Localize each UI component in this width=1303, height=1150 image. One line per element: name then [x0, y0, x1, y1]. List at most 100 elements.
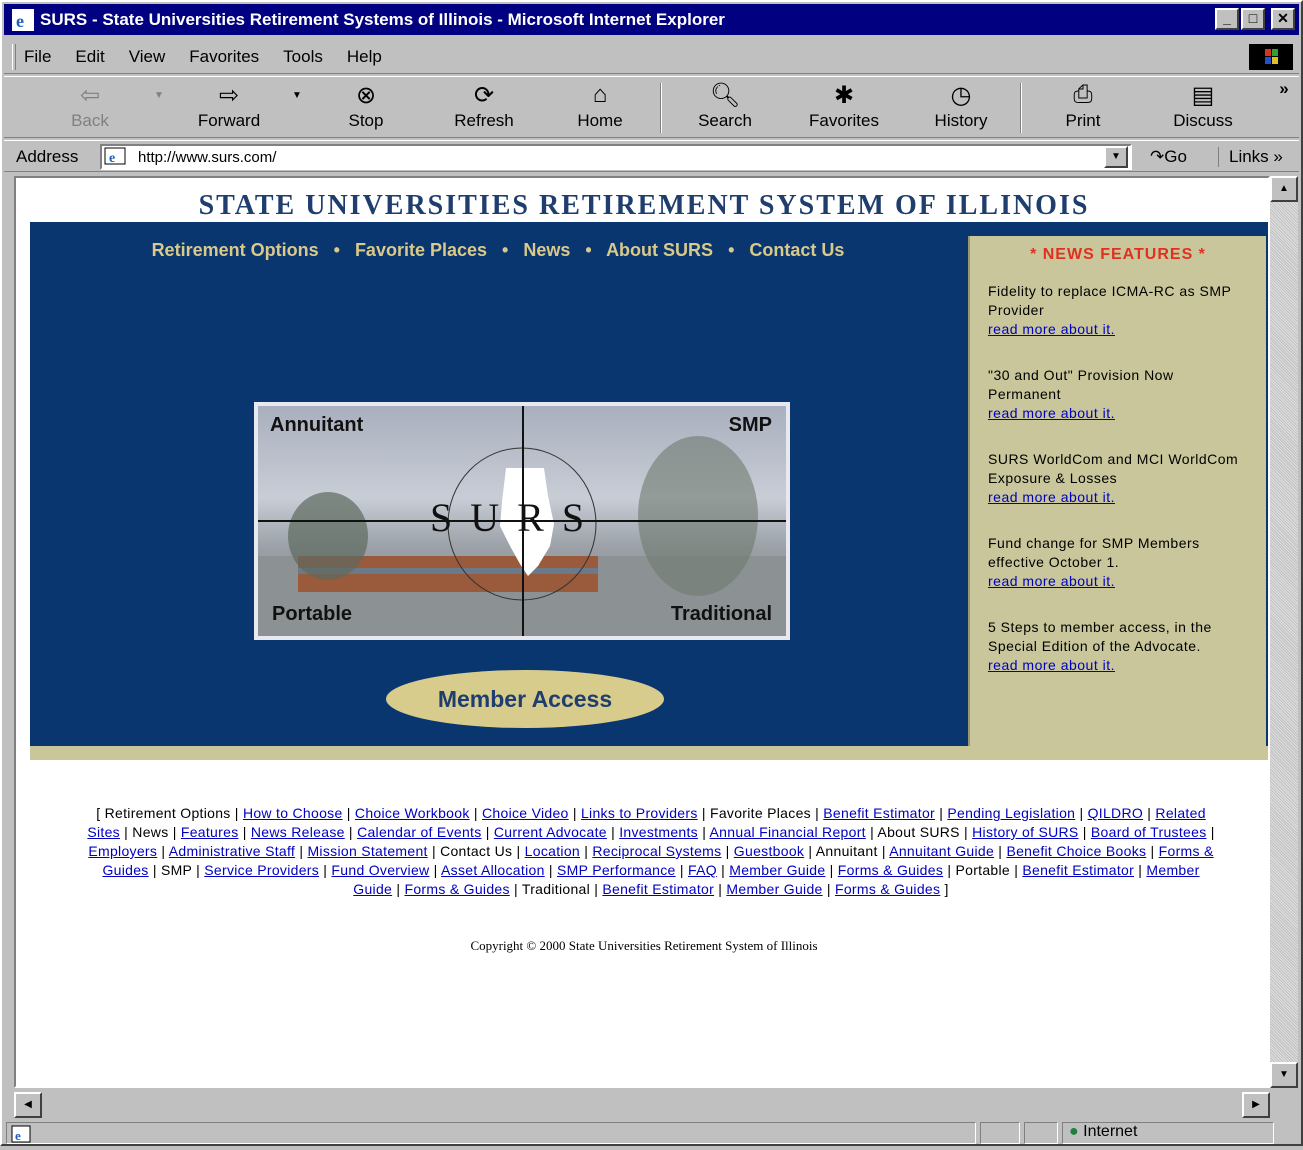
- nav-news[interactable]: News: [523, 240, 570, 260]
- footer-link[interactable]: Mission Statement: [307, 843, 427, 859]
- footer-pipe: |: [485, 824, 490, 840]
- favorites-button[interactable]: ✱ Favorites: [804, 79, 884, 137]
- links-button[interactable]: Links »: [1218, 147, 1283, 167]
- footer-link[interactable]: Investments: [619, 824, 698, 840]
- footer-link[interactable]: Benefit Choice Books: [1006, 843, 1146, 859]
- status-bar: e ● Internet: [4, 1120, 1299, 1146]
- forward-button[interactable]: ⇨ Forward: [194, 79, 264, 137]
- footer-link[interactable]: Benefit Estimator: [823, 805, 935, 821]
- news-read-more-link[interactable]: read more about it.: [988, 572, 1248, 591]
- go-button[interactable]: ↷Go: [1150, 147, 1187, 167]
- hero-annuitant-link[interactable]: Annuitant: [270, 414, 363, 437]
- footer-link[interactable]: Asset Allocation: [441, 862, 545, 878]
- footer-pipe: |: [829, 862, 834, 878]
- footer-link[interactable]: Links to Providers: [581, 805, 698, 821]
- news-read-more-link[interactable]: read more about it.: [988, 656, 1248, 675]
- footer-link[interactable]: Forms & Guides: [838, 862, 943, 878]
- menu-file[interactable]: File: [24, 47, 51, 67]
- scroll-left-button[interactable]: ◀: [14, 1092, 42, 1118]
- close-button[interactable]: ✕: [1271, 8, 1295, 30]
- menu-favorites[interactable]: Favorites: [189, 47, 259, 67]
- footer-link[interactable]: Employers: [88, 843, 157, 859]
- discuss-button[interactable]: ▤ Discuss: [1168, 79, 1238, 137]
- footer-link[interactable]: Fund Overview: [331, 862, 429, 878]
- footer-pipe: |: [323, 862, 328, 878]
- footer-pipe: |: [611, 824, 615, 840]
- footer-link[interactable]: Calendar of Events: [357, 824, 481, 840]
- footer-label: | Traditional |: [514, 881, 599, 897]
- footer-link[interactable]: Features: [181, 824, 239, 840]
- footer-link[interactable]: FAQ: [688, 862, 717, 878]
- footer-link[interactable]: Current Advocate: [494, 824, 607, 840]
- footer-pipe: |: [299, 843, 304, 859]
- footer-link[interactable]: Pending Legislation: [947, 805, 1075, 821]
- footer-link[interactable]: SMP Performance: [557, 862, 676, 878]
- scroll-down-button[interactable]: ▼: [1270, 1062, 1298, 1088]
- menu-view[interactable]: View: [129, 47, 166, 67]
- footer-link[interactable]: Guestbook: [734, 843, 804, 859]
- nav-separator: •: [502, 240, 509, 260]
- footer-link[interactable]: QILDRO: [1088, 805, 1143, 821]
- footer-link[interactable]: Location: [525, 843, 580, 859]
- minimize-button[interactable]: _: [1215, 8, 1239, 30]
- back-dropdown[interactable]: ▼: [150, 79, 168, 137]
- member-access-button[interactable]: Member Access: [386, 670, 664, 728]
- stop-button[interactable]: ⊗ Stop: [338, 79, 394, 137]
- footer-link[interactable]: Board of Trustees: [1091, 824, 1207, 840]
- nav-retirement-options[interactable]: Retirement Options: [152, 240, 319, 260]
- hero-smp-link[interactable]: SMP: [729, 414, 772, 437]
- footer-link[interactable]: Forms & Guides: [835, 881, 940, 897]
- footer-link[interactable]: History of SURS: [972, 824, 1078, 840]
- address-input[interactable]: http://www.surs.com/: [100, 144, 1132, 170]
- footer-link[interactable]: News Release: [251, 824, 345, 840]
- hero-portable-link[interactable]: Portable: [272, 603, 352, 626]
- home-button[interactable]: ⌂ Home: [570, 79, 630, 137]
- footer-link[interactable]: Reciprocal Systems: [592, 843, 721, 859]
- footer-pipe: |: [1138, 862, 1143, 878]
- footer-link[interactable]: Member Guide: [726, 881, 822, 897]
- forward-dropdown[interactable]: ▼: [288, 79, 306, 137]
- scroll-right-button[interactable]: ▶: [1242, 1092, 1270, 1118]
- vertical-scrollbar[interactable]: ▲ ▼: [1270, 176, 1298, 1088]
- footer-link[interactable]: Annuitant Guide: [889, 843, 994, 859]
- nav-contact-us[interactable]: Contact Us: [749, 240, 844, 260]
- footer-link[interactable]: Service Providers: [204, 862, 319, 878]
- footer-link[interactable]: How to Choose: [243, 805, 343, 821]
- nav-about-surs[interactable]: About SURS: [606, 240, 713, 260]
- history-button[interactable]: ◷ History: [928, 79, 994, 137]
- footer-link[interactable]: Member Guide: [729, 862, 825, 878]
- horizontal-scrollbar[interactable]: ◀ ▶: [14, 1092, 1270, 1118]
- footer-link[interactable]: Forms & Guides: [404, 881, 509, 897]
- menu-help[interactable]: Help: [347, 47, 382, 67]
- address-dropdown[interactable]: ▼: [1104, 146, 1128, 168]
- news-read-more-link[interactable]: read more about it.: [988, 320, 1248, 339]
- hero-traditional-link[interactable]: Traditional: [671, 603, 772, 626]
- news-read-more-link[interactable]: read more about it.: [988, 488, 1248, 507]
- windows-logo-icon: [1249, 44, 1293, 70]
- footer-link[interactable]: Choice Video: [482, 805, 569, 821]
- news-item: Fund change for SMP Members effective Oc…: [988, 534, 1248, 591]
- search-button[interactable]: 🔍︎ Search: [692, 79, 758, 137]
- footer-pipe: |: [1079, 805, 1084, 821]
- footer-pipe: |: [1147, 805, 1152, 821]
- page-content: STATE UNIVERSITIES RETIREMENT SYSTEM OF …: [14, 176, 1270, 1088]
- print-button[interactable]: ⎙ Print: [1058, 79, 1108, 137]
- nav-favorite-places[interactable]: Favorite Places: [355, 240, 487, 260]
- footer-link[interactable]: Benefit Estimator: [602, 881, 714, 897]
- menu-tools[interactable]: Tools: [283, 47, 323, 67]
- maximize-button[interactable]: □: [1241, 8, 1265, 30]
- footer-link[interactable]: Benefit Estimator: [1022, 862, 1134, 878]
- status-text-cell: e: [6, 1122, 976, 1144]
- news-read-more-link[interactable]: read more about it.: [988, 404, 1248, 423]
- refresh-button[interactable]: ⟳ Refresh: [448, 79, 520, 137]
- scroll-up-button[interactable]: ▲: [1270, 176, 1298, 202]
- footer-link[interactable]: Choice Workbook: [355, 805, 470, 821]
- menu-edit[interactable]: Edit: [75, 47, 104, 67]
- footer-label: ]: [944, 881, 949, 897]
- footer-link[interactable]: Administrative Staff: [169, 843, 295, 859]
- toolbar-more-chevron[interactable]: »: [1276, 79, 1292, 137]
- back-button[interactable]: ⇦ Back: [64, 79, 116, 137]
- footer-link[interactable]: Annual Financial Report: [710, 824, 866, 840]
- footer-label: | News |: [124, 824, 177, 840]
- footer-pipe: |: [679, 862, 684, 878]
